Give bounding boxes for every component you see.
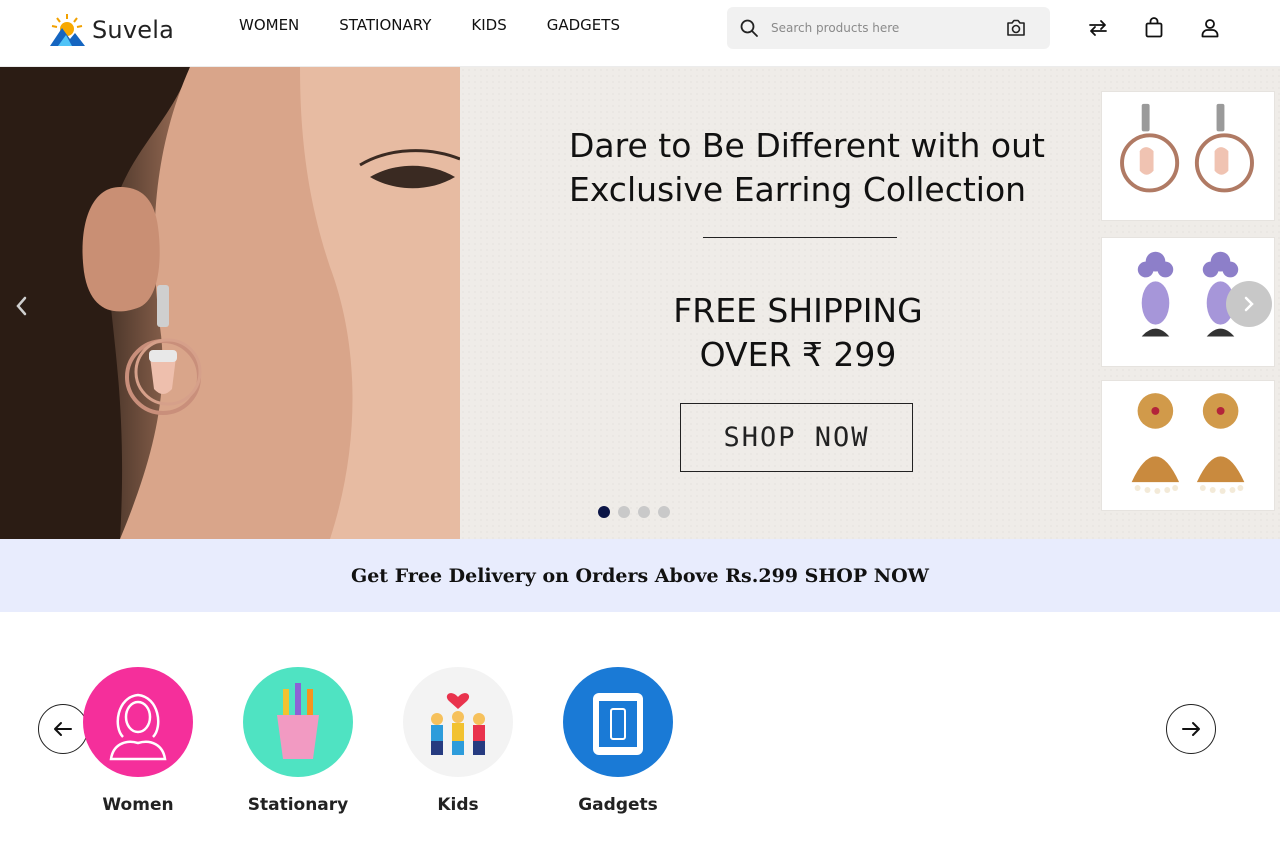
category-stationary[interactable]: Stationary (223, 667, 373, 815)
slider-dot-3[interactable] (638, 506, 650, 518)
hero-title: Dare to Be Different with out Exclusive … (569, 124, 1049, 212)
brand-logo[interactable]: Suvela (48, 10, 174, 50)
brand-name: Suvela (92, 16, 174, 44)
slider-dot-2[interactable] (618, 506, 630, 518)
search-icon[interactable] (739, 18, 759, 38)
chevron-right-icon (1244, 296, 1254, 312)
promo-banner[interactable]: Get Free Delivery on Orders Above Rs.299… (0, 539, 1280, 612)
nav-item-kids[interactable]: KIDS (471, 16, 506, 34)
search-bar (727, 7, 1050, 49)
slider-next-button[interactable] (1226, 281, 1272, 327)
compare-arrows-icon[interactable] (1086, 16, 1110, 40)
promo-banner-text: Get Free Delivery on Orders Above Rs.299… (350, 564, 929, 587)
hero-model-image (0, 67, 461, 539)
arrow-right-icon (1182, 722, 1200, 736)
slider-dot-4[interactable] (658, 506, 670, 518)
nav-item-gadgets[interactable]: GADGETS (547, 16, 620, 34)
site-header: Suvela WOMEN STATIONARY KIDS GADGETS (0, 0, 1280, 67)
user-icon[interactable] (1198, 16, 1222, 40)
product-thumb-rose-gold-hoops[interactable] (1101, 91, 1275, 221)
category-label: Stationary (247, 795, 349, 815)
category-next-button[interactable] (1166, 704, 1216, 754)
product-thumb-gold-jhumka[interactable] (1101, 380, 1275, 511)
shopping-bag-icon[interactable] (1142, 16, 1166, 40)
hero-shipping-offer: FREE SHIPPING OVER ₹ 299 (620, 289, 976, 377)
shipping-line-1: FREE SHIPPING (673, 291, 923, 330)
woman-icon (83, 667, 193, 777)
slider-dots (598, 506, 670, 518)
category-gadgets[interactable]: Gadgets (543, 667, 693, 815)
category-label: Gadgets (578, 795, 658, 815)
shipping-line-2: OVER ₹ 299 (699, 335, 897, 374)
category-kids[interactable]: Kids (383, 667, 533, 815)
hero-slider: Dare to Be Different with out Exclusive … (0, 67, 1280, 539)
nav-item-stationary[interactable]: STATIONARY (339, 16, 431, 34)
nav-item-women[interactable]: WOMEN (239, 16, 299, 34)
hero-title-line-2: Exclusive Earring Collection (569, 170, 1027, 209)
search-input[interactable] (771, 17, 991, 39)
hero-divider (703, 237, 897, 238)
category-label: Kids (437, 795, 479, 815)
hero-title-line-1: Dare to Be Different with out (569, 126, 1045, 165)
slider-prev-icon[interactable] (12, 293, 32, 319)
main-nav: WOMEN STATIONARY KIDS GADGETS (239, 16, 620, 34)
category-women[interactable]: Women (63, 667, 213, 815)
tablet-icon (563, 667, 673, 777)
kids-group-icon (403, 667, 513, 777)
slider-dot-1[interactable] (598, 506, 610, 518)
logo-mountain-sun-icon (48, 12, 86, 48)
category-label: Women (102, 795, 174, 815)
pencil-cup-icon (243, 667, 353, 777)
shop-now-button[interactable]: SHOP NOW (680, 403, 913, 472)
camera-icon[interactable] (1005, 18, 1027, 38)
